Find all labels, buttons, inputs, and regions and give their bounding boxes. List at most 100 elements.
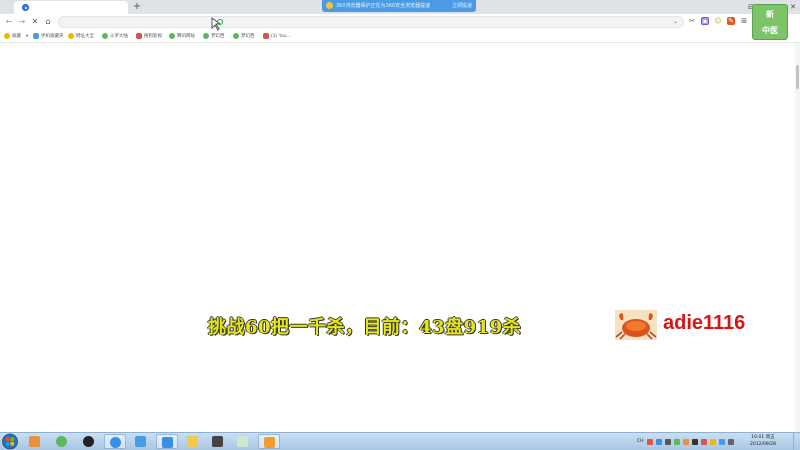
emoji-icon[interactable]: ☺ bbox=[714, 17, 722, 25]
bookmark-dropdown[interactable]: ▾ bbox=[26, 32, 28, 40]
bookmark-label: 斗罗大陆 bbox=[110, 34, 128, 39]
browser-icon bbox=[110, 437, 121, 448]
bulb-icon bbox=[326, 2, 333, 9]
address-dropdown-icon[interactable]: ⌄ bbox=[673, 17, 678, 27]
tray-icon[interactable] bbox=[682, 438, 689, 445]
app-icon bbox=[135, 436, 146, 447]
bookmark-item[interactable]: 斗罗大陆 bbox=[102, 32, 128, 40]
speedup-notice[interactable]: 360浏览器保护正在为360安全浏览器提速 立即提速 bbox=[322, 0, 476, 12]
browser-toolbar: ← → ✕ ⌂ ⌄ ✂ ▣ ☺ ✎ ⊞ bbox=[0, 14, 800, 30]
taskbar-app[interactable] bbox=[51, 434, 73, 449]
scrollbar-thumb[interactable] bbox=[796, 65, 799, 89]
challenge-overlay-text: 挑战60把一千杀，目前：43盘919杀 bbox=[208, 317, 522, 338]
phone-icon bbox=[33, 33, 39, 39]
bookmark-item[interactable]: 网址大全 bbox=[68, 32, 94, 40]
taskbar-app[interactable] bbox=[258, 434, 280, 449]
forward-button[interactable]: → bbox=[17, 16, 27, 27]
app-icon bbox=[162, 437, 173, 448]
site-icon bbox=[263, 33, 269, 39]
bookmark-label: 手机收藏夹 bbox=[41, 34, 64, 39]
tray-icon[interactable] bbox=[646, 438, 653, 445]
show-desktop-button[interactable] bbox=[793, 433, 800, 450]
address-bar[interactable]: ⌄ bbox=[58, 16, 684, 28]
screenshot-icon[interactable]: ✂ bbox=[688, 17, 696, 25]
app-icon bbox=[212, 436, 223, 447]
bookmark-label: 收藏 bbox=[12, 34, 21, 39]
clock-date: 2012/09/28 bbox=[750, 442, 776, 447]
taskbar-app[interactable] bbox=[130, 434, 152, 449]
site-icon bbox=[68, 33, 74, 39]
stop-button[interactable]: ✕ bbox=[30, 16, 40, 27]
chevron-down-icon: ▾ bbox=[26, 33, 29, 39]
taskbar-app[interactable] bbox=[78, 434, 100, 449]
home-button[interactable]: ⌂ bbox=[43, 16, 53, 27]
tray-icon[interactable] bbox=[709, 438, 716, 445]
tray-icon[interactable] bbox=[664, 438, 671, 445]
logo-text-line2: 中医 bbox=[762, 26, 778, 35]
start-button[interactable] bbox=[2, 433, 18, 450]
tab-strip: + 360浏览器保护正在为360安全浏览器提速 立即提速 ⊟ — ☐ ✕ bbox=[0, 0, 800, 14]
logo-text-line1: 新 bbox=[766, 10, 774, 19]
bookmark-label: 腾讯网站 bbox=[177, 34, 195, 39]
channel-logo: 新 中医 bbox=[752, 4, 788, 40]
bookmark-item[interactable]: 搜狗影视 bbox=[136, 32, 162, 40]
apps-grid-icon[interactable]: ⊞ bbox=[740, 17, 748, 25]
browser-tab[interactable] bbox=[14, 1, 128, 14]
site-icon bbox=[203, 33, 209, 39]
bookmark-item[interactable]: 腾讯网站 bbox=[169, 32, 195, 40]
bookmark-label: 搜狗影视 bbox=[144, 34, 162, 39]
taskbar-app[interactable] bbox=[24, 434, 46, 449]
taskbar-app[interactable] bbox=[207, 434, 229, 449]
bookmark-favorites[interactable]: 收藏 bbox=[4, 32, 21, 40]
site-icon bbox=[169, 33, 175, 39]
language-indicator[interactable]: CH bbox=[637, 439, 644, 444]
taskbar-app[interactable] bbox=[232, 434, 254, 449]
tray-icon[interactable] bbox=[691, 438, 698, 445]
bookmark-label: 网址大全 bbox=[76, 34, 94, 39]
close-button[interactable]: ✕ bbox=[786, 0, 800, 14]
back-button[interactable]: ← bbox=[4, 16, 14, 27]
taskbar-app-browser[interactable] bbox=[104, 434, 126, 449]
loading-cursor-icon bbox=[211, 17, 223, 31]
tray-icon[interactable] bbox=[673, 438, 680, 445]
bookmark-label: (1) You... bbox=[271, 33, 291, 39]
taskbar: CH 16:01 周五 2012/09/28 bbox=[0, 432, 800, 450]
notice-text: 360浏览器保护正在为360安全浏览器提速 bbox=[336, 3, 431, 9]
crab-image bbox=[615, 310, 657, 340]
site-icon bbox=[233, 33, 239, 39]
app-icon bbox=[237, 436, 248, 447]
address-input[interactable] bbox=[65, 17, 665, 27]
extension-icon[interactable]: ▣ bbox=[701, 17, 709, 25]
taskbar-app[interactable] bbox=[156, 434, 178, 449]
app-icon bbox=[56, 436, 67, 447]
page-content bbox=[0, 43, 800, 432]
clock-time: 16:01 周五 bbox=[751, 435, 775, 440]
bookmark-label: 梦幻西 bbox=[241, 34, 255, 39]
system-clock[interactable]: 16:01 周五 2012/09/28 bbox=[743, 434, 783, 448]
bookmark-item[interactable]: 梦幻西 bbox=[233, 32, 255, 40]
bookmarks-bar: 收藏 ▾ 手机收藏夹 网址大全 斗罗大陆 搜狗影视 腾讯网站 梦幻西 梦幻西 (… bbox=[0, 30, 800, 43]
app-icon bbox=[187, 436, 198, 447]
bookmark-item[interactable]: 梦幻西 bbox=[203, 32, 225, 40]
bookmark-item[interactable]: (1) You... bbox=[263, 32, 291, 40]
bookmark-item[interactable]: 手机收藏夹 bbox=[33, 32, 64, 40]
bookmark-label: 梦幻西 bbox=[211, 34, 225, 39]
edit-extension-icon[interactable]: ✎ bbox=[727, 17, 735, 25]
site-icon bbox=[136, 33, 142, 39]
tray-icon[interactable] bbox=[655, 438, 662, 445]
browser-logo-icon bbox=[22, 4, 29, 11]
notice-action-link[interactable]: 立即提速 bbox=[452, 0, 472, 12]
scrollbar[interactable] bbox=[795, 43, 800, 432]
tray-icon[interactable] bbox=[700, 438, 707, 445]
streamer-username: adie1116 bbox=[663, 312, 746, 334]
system-tray: CH bbox=[637, 436, 734, 447]
app-icon bbox=[29, 436, 40, 447]
network-icon[interactable] bbox=[718, 438, 725, 445]
taskbar-app[interactable] bbox=[182, 434, 204, 449]
star-icon bbox=[4, 33, 10, 39]
new-tab-button[interactable]: + bbox=[132, 1, 142, 13]
site-icon bbox=[102, 33, 108, 39]
app-icon bbox=[264, 437, 275, 448]
volume-icon[interactable] bbox=[727, 438, 734, 445]
obs-icon bbox=[83, 436, 94, 447]
